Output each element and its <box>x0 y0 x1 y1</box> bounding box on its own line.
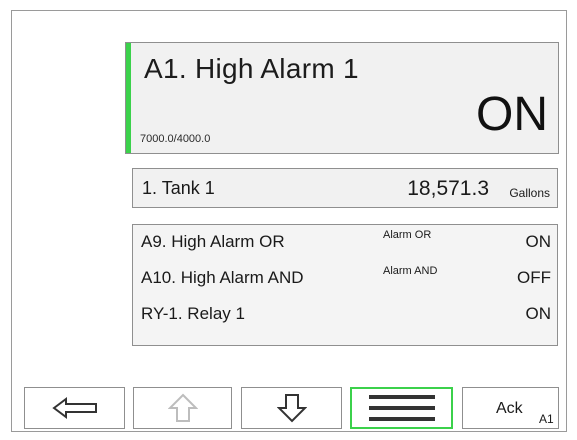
back-button[interactable] <box>24 387 125 429</box>
display-screen: A1. High Alarm 1 7000.0/4000.0 ON 1. Tan… <box>11 10 567 432</box>
list-item[interactable]: A9. High Alarm OR Alarm OR ON <box>133 225 557 261</box>
alarm-setpoint: 7000.0/4000.0 <box>140 133 211 145</box>
tank-name: 1. Tank 1 <box>142 178 215 198</box>
output-tag: Alarm AND <box>383 265 438 277</box>
menu-icon <box>368 395 435 421</box>
ack-label: Ack <box>496 400 523 417</box>
output-state: OFF <box>517 268 551 287</box>
scroll-down-button[interactable] <box>241 387 342 429</box>
alarm-state: ON <box>476 88 548 141</box>
left-arrow-icon <box>51 397 97 419</box>
tank-panel[interactable]: 1. Tank 1 18,571.3 Gallons <box>132 168 558 208</box>
list-item[interactable]: RY-1. Relay 1 ON <box>133 297 557 333</box>
output-state: ON <box>525 304 552 323</box>
output-label: A10. High Alarm AND <box>141 268 304 287</box>
output-label: A9. High Alarm OR <box>141 232 285 251</box>
down-arrow-icon <box>276 394 307 423</box>
ack-button[interactable]: Ack A1 <box>462 387 559 429</box>
output-state: ON <box>525 232 552 251</box>
list-item[interactable]: A10. High Alarm AND Alarm AND OFF <box>133 261 557 297</box>
outputs-list: A9. High Alarm OR Alarm OR ON A10. High … <box>132 224 558 346</box>
alarm-title: A1. High Alarm 1 <box>144 53 359 84</box>
output-tag: Alarm OR <box>383 229 432 241</box>
up-arrow-icon <box>167 393 198 422</box>
alarm-panel[interactable]: A1. High Alarm 1 7000.0/4000.0 ON <box>125 42 559 154</box>
tank-unit: Gallons <box>509 186 550 200</box>
menu-button[interactable] <box>350 387 453 429</box>
output-label: RY-1. Relay 1 <box>141 304 245 323</box>
ack-target: A1 <box>539 412 554 426</box>
scroll-up-button[interactable] <box>133 387 232 429</box>
alarm-status-accent <box>126 43 131 153</box>
tank-value: 18,571.3 <box>407 177 489 200</box>
